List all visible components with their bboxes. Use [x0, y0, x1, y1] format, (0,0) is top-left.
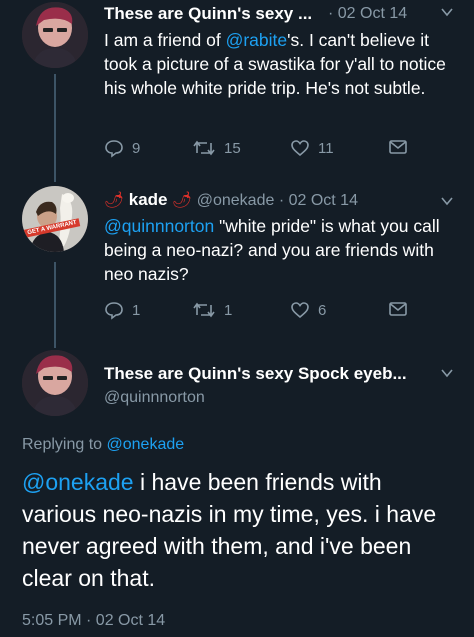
avatar-image	[22, 350, 88, 416]
main-tweet-text: @onekade i have been friends with variou…	[22, 466, 442, 594]
reply-button[interactable]: 1	[104, 300, 140, 320]
retweet-icon	[193, 302, 215, 318]
retweet-button[interactable]: 15	[192, 138, 241, 158]
retweet-count: 15	[224, 139, 241, 157]
reply-button[interactable]: 9	[104, 138, 140, 158]
avatar[interactable]	[22, 350, 88, 416]
message-icon	[389, 140, 407, 154]
message-button[interactable]	[388, 138, 408, 156]
like-count: 6	[318, 301, 327, 319]
mention-link[interactable]: @quinnnorton	[104, 216, 214, 236]
thread-line	[54, 74, 56, 182]
reply-count: 9	[132, 139, 141, 157]
replying-to-label: Replying to	[22, 436, 107, 453]
thread-line	[54, 262, 56, 348]
retweet-icon	[193, 140, 215, 156]
like-count: 11	[318, 139, 334, 157]
chevron-down-icon[interactable]	[440, 5, 454, 22]
tweet1-author-name[interactable]: These are Quinn's sexy ...	[104, 4, 312, 24]
replying-to-handle[interactable]: @onekade	[107, 436, 185, 453]
retweet-count: 1	[224, 301, 233, 319]
tweet1-text-part: I am a friend of	[104, 30, 226, 50]
message-button[interactable]	[388, 300, 408, 318]
reply-icon	[105, 302, 123, 320]
tweet1-time[interactable]: · 02 Oct 14	[328, 5, 407, 23]
like-button[interactable]: 6	[290, 300, 326, 320]
reply-icon	[105, 140, 123, 158]
main-timestamp[interactable]: 5:05 PM · 02 Oct 14	[22, 612, 165, 630]
like-icon	[291, 140, 309, 157]
tweet2-handle-time[interactable]: @onekade · 02 Oct 14	[197, 192, 358, 209]
message-icon	[389, 302, 407, 316]
avatar-image	[22, 2, 88, 68]
mention-link[interactable]: @rabite	[226, 30, 288, 50]
reply-count: 1	[132, 301, 141, 319]
tweet2-text: @quinnnorton "white pride" is what you c…	[104, 214, 449, 286]
chili-emoji: 🌶	[104, 192, 125, 209]
tweet2-header: 🌶 kade 🌶 @onekade · 02 Oct 14	[104, 190, 358, 210]
replying-to: Replying to @onekade	[22, 436, 184, 454]
chevron-down-icon[interactable]	[440, 366, 454, 383]
mention-link[interactable]: @onekade	[22, 469, 134, 495]
like-icon	[291, 302, 309, 319]
tweet1-text: I am a friend of @rabite's. I can't beli…	[104, 28, 454, 100]
tweet2-author-name[interactable]: kade	[129, 190, 168, 209]
chevron-down-icon[interactable]	[440, 194, 454, 211]
like-button[interactable]: 11	[290, 138, 334, 158]
chili-emoji: 🌶	[171, 192, 193, 209]
main-handle[interactable]: @quinnnorton	[104, 389, 205, 407]
avatar[interactable]: GET A WARRANT	[22, 186, 88, 252]
avatar[interactable]	[22, 2, 88, 68]
retweet-button[interactable]: 1	[192, 300, 232, 320]
main-author-name[interactable]: These are Quinn's sexy Spock eyeb...	[104, 364, 407, 384]
